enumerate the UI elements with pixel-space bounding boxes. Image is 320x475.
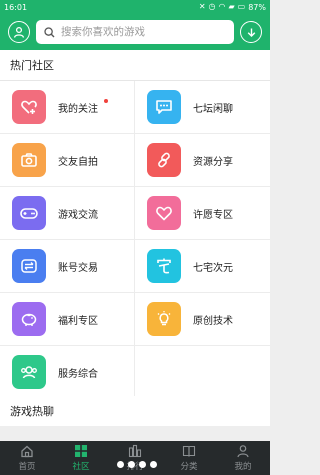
tab-ranking[interactable]: 排行	[108, 441, 162, 475]
download-icon	[247, 28, 255, 37]
exchange-icon	[12, 249, 46, 283]
status-indicators: ✕ ◷ ◠ ▰ ▭ 87%	[199, 3, 266, 12]
heart-icon	[147, 196, 181, 230]
community-item-resources[interactable]: 资源分享	[135, 134, 270, 186]
wifi-icon: ◠	[218, 2, 226, 11]
pager-dot	[150, 461, 157, 468]
tab-community[interactable]: 社区	[54, 441, 108, 475]
community-item-selfie[interactable]: 交友自拍	[0, 134, 135, 186]
home-icon	[20, 444, 34, 458]
users-icon	[12, 355, 46, 389]
person-icon	[236, 444, 250, 458]
community-grid: 我的关注 七坛闲聊 交友自拍 资源分享 游戏交流 许愿专区 账号交易 七宅次元 …	[0, 80, 270, 399]
community-label: 七坛闲聊	[193, 103, 233, 115]
community-item-welfare[interactable]: 福利专区	[0, 293, 135, 345]
grid-icon	[74, 444, 88, 458]
pager-dot	[117, 461, 124, 468]
community-item-services[interactable]: 服务综合	[0, 346, 135, 398]
community-label: 我的关注	[58, 103, 98, 115]
battery-icon: ▭	[237, 2, 246, 11]
bottom-tab-bar: 首页 社区 排行 分类 我的	[0, 441, 270, 475]
floating-pager-dots	[117, 461, 157, 468]
camera-icon	[12, 143, 46, 177]
signal-icon: ▰	[228, 2, 235, 11]
alarm-icon: ◷	[208, 2, 216, 11]
link-icon	[147, 143, 181, 177]
community-item-chat[interactable]: 七坛闲聊	[135, 81, 270, 133]
community-item-accounts[interactable]: 账号交易	[0, 240, 135, 292]
user-avatar-button[interactable]	[8, 21, 30, 43]
tab-mine[interactable]: 我的	[216, 441, 270, 475]
status-bar: 16:01 ✕ ◷ ◠ ▰ ▭ 87%	[0, 0, 270, 14]
tab-label: 分类	[180, 462, 198, 472]
user-icon	[13, 26, 25, 38]
community-label: 许愿专区	[193, 209, 233, 221]
community-label: 七宅次元	[193, 262, 233, 274]
top-bar	[0, 14, 270, 50]
community-item-wishes[interactable]: 许愿专区	[135, 187, 270, 239]
pager-dot	[139, 461, 146, 468]
community-label: 资源分享	[193, 156, 233, 168]
gamepad-icon	[12, 196, 46, 230]
community-label: 交友自拍	[58, 156, 98, 168]
community-item-games[interactable]: 游戏交流	[0, 187, 135, 239]
clock: 16:01	[4, 2, 28, 12]
chat-bubble-icon	[147, 90, 181, 124]
community-label: 游戏交流	[58, 209, 98, 221]
search-input[interactable]	[61, 26, 221, 38]
pager-dot	[128, 461, 135, 468]
notification-dot	[104, 99, 108, 103]
community-label: 服务综合	[58, 368, 98, 380]
download-button[interactable]	[240, 21, 262, 43]
tab-label: 我的	[234, 462, 252, 472]
community-item-original-tech[interactable]: 原创技术	[135, 293, 270, 345]
community-label: 原创技术	[193, 315, 233, 327]
search-box[interactable]	[36, 20, 234, 44]
community-label: 福利专区	[58, 315, 98, 327]
section-title-game-chat: 游戏热聊	[0, 396, 270, 426]
section-title-hot: 热门社区	[0, 50, 270, 80]
empty-cell	[135, 346, 270, 398]
tab-label: 社区	[72, 462, 90, 472]
tab-category[interactable]: 分类	[162, 441, 216, 475]
book-icon	[182, 444, 196, 458]
tab-label: 首页	[18, 462, 36, 472]
search-icon	[44, 26, 55, 37]
community-item-otaku[interactable]: 七宅次元	[135, 240, 270, 292]
tab-home[interactable]: 首页	[0, 441, 54, 475]
lightbulb-icon	[147, 302, 181, 336]
community-label: 账号交易	[58, 262, 98, 274]
bar-chart-icon	[128, 444, 142, 458]
zhai-icon	[147, 249, 181, 283]
mute-icon: ✕	[198, 2, 206, 11]
heart-plus-icon	[12, 90, 46, 124]
piggy-bank-icon	[12, 302, 46, 336]
community-item-follow[interactable]: 我的关注	[0, 81, 135, 133]
battery-level: 87%	[248, 2, 266, 12]
